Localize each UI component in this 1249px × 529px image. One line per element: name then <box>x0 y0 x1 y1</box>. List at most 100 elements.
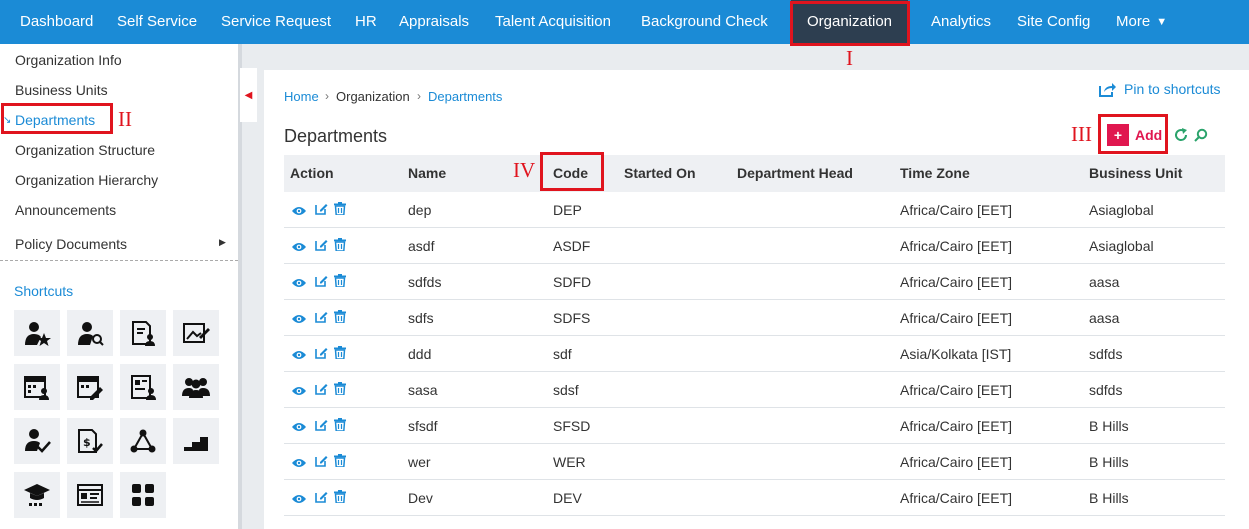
team-icon <box>182 378 210 398</box>
cell-code: DEV <box>553 490 582 506</box>
view-icon[interactable] <box>291 384 307 402</box>
shortcut-profile-card[interactable] <box>120 364 166 410</box>
pin-to-shortcuts-link[interactable]: Pin to shortcuts <box>1099 81 1221 97</box>
sidebar-item-organization-hierarchy[interactable]: Organization Hierarchy <box>15 172 158 188</box>
shortcut-team[interactable] <box>173 364 219 410</box>
refresh-icon[interactable] <box>1174 128 1188 142</box>
column-header-name[interactable]: Name <box>408 155 446 192</box>
delete-icon[interactable] <box>334 382 346 400</box>
nav-talent-acquisition[interactable]: Talent Acquisition <box>495 0 611 44</box>
cell-business-unit: sdfds <box>1089 346 1123 362</box>
shortcut-expense-check[interactable]: $ <box>67 418 113 464</box>
column-header-started-on[interactable]: Started On <box>624 155 696 192</box>
cell-time-zone: Africa/Cairo [EET] <box>900 454 1013 470</box>
shortcut-id-card[interactable] <box>67 472 113 518</box>
edit-icon[interactable] <box>315 202 328 220</box>
delete-icon[interactable] <box>334 454 346 472</box>
column-header-business-unit[interactable]: Business Unit <box>1089 155 1182 192</box>
nav-background-check[interactable]: Background Check <box>641 0 768 44</box>
nav-self-service[interactable]: Self Service <box>117 0 197 44</box>
breadcrumb-separator: › <box>325 89 329 103</box>
cell-time-zone: Africa/Cairo [EET] <box>900 418 1013 434</box>
nav-hr[interactable]: HR <box>355 0 377 44</box>
delete-icon[interactable] <box>334 238 346 256</box>
caret-down-icon: ▼ <box>1156 16 1168 28</box>
sidebar-item-policy-documents[interactable]: Policy Documents <box>15 236 127 252</box>
steps-icon <box>184 437 208 451</box>
edit-icon[interactable] <box>315 454 328 472</box>
shortcut-employee-star[interactable] <box>14 310 60 356</box>
sidebar-item-organization-structure[interactable]: Organization Structure <box>15 142 155 158</box>
cell-business-unit: Asiaglobal <box>1089 202 1154 218</box>
column-header-time-zone[interactable]: Time Zone <box>900 155 970 192</box>
breadcrumb-home[interactable]: Home <box>284 89 319 104</box>
delete-icon[interactable] <box>334 274 346 292</box>
edit-icon[interactable] <box>315 490 328 508</box>
cell-name: Dev <box>408 490 433 506</box>
page-title: Departments <box>284 126 388 146</box>
sidebar-item-organization-info[interactable]: Organization Info <box>15 52 122 68</box>
svg-text:$: $ <box>83 436 91 449</box>
delete-icon[interactable] <box>334 346 346 364</box>
nav-appraisals[interactable]: Appraisals <box>399 0 469 44</box>
edit-icon[interactable] <box>315 310 328 328</box>
shortcut-grid-apps[interactable] <box>120 472 166 518</box>
shortcut-employee-check[interactable] <box>14 418 60 464</box>
annotation-label-2: II <box>118 107 132 131</box>
nav-more[interactable]: More ▼ <box>1116 0 1167 44</box>
collapse-sidebar-button[interactable]: ◀ <box>240 68 257 122</box>
nav-analytics[interactable]: Analytics <box>931 0 991 44</box>
delete-icon[interactable] <box>334 310 346 328</box>
delete-icon[interactable] <box>334 202 346 220</box>
calendar-edit-icon <box>77 376 103 400</box>
view-icon[interactable] <box>291 240 307 258</box>
cell-time-zone: Africa/Cairo [EET] <box>900 202 1013 218</box>
delete-icon[interactable] <box>334 418 346 436</box>
edit-icon[interactable] <box>315 238 328 256</box>
cell-business-unit: B Hills <box>1089 454 1129 470</box>
view-icon[interactable] <box>291 420 307 438</box>
cell-name: asdf <box>408 238 435 254</box>
edit-icon[interactable] <box>315 346 328 364</box>
document-user-icon <box>132 321 155 346</box>
breadcrumb-organization[interactable]: Organization <box>336 89 410 104</box>
delete-icon[interactable] <box>334 490 346 508</box>
nav-site-config[interactable]: Site Config <box>1017 0 1090 44</box>
edit-icon[interactable] <box>315 382 328 400</box>
view-icon[interactable] <box>291 276 307 294</box>
annotation-box-departments <box>1 103 113 134</box>
shortcut-calendar-user[interactable] <box>14 364 60 410</box>
search-icon[interactable] <box>1194 128 1208 142</box>
sidebar-item-business-units[interactable]: Business Units <box>15 82 108 98</box>
caret-left-icon: ◀ <box>244 89 253 101</box>
shortcut-travel-request[interactable] <box>173 310 219 356</box>
shortcut-employee-search[interactable] <box>67 310 113 356</box>
nav-more-label: More <box>1116 13 1151 30</box>
pin-to-shortcuts-label: Pin to shortcuts <box>1124 81 1221 97</box>
view-icon[interactable] <box>291 456 307 474</box>
table-row: wer WER Africa/Cairo [EET] B Hills <box>284 444 1225 480</box>
sidebar-item-announcements[interactable]: Announcements <box>15 202 116 218</box>
shortcut-document-user[interactable] <box>120 310 166 356</box>
table-row: ddd sdf Asia/Kolkata [IST] sdfds <box>284 336 1225 372</box>
shortcut-training[interactable] <box>14 472 60 518</box>
calendar-user-icon <box>24 376 49 400</box>
column-header-department-head[interactable]: Department Head <box>737 155 853 192</box>
grid-apps-icon <box>132 484 154 506</box>
view-icon[interactable] <box>291 492 307 510</box>
table-row: sasa sdsf Africa/Cairo [EET] sdfds <box>284 372 1225 408</box>
table-row: sdfs SDFS Africa/Cairo [EET] aasa <box>284 300 1225 336</box>
nav-service-request[interactable]: Service Request <box>221 0 331 44</box>
nav-dashboard[interactable]: Dashboard <box>20 0 93 44</box>
shortcut-calendar-edit[interactable] <box>67 364 113 410</box>
training-icon <box>24 484 50 506</box>
shortcut-steps[interactable] <box>173 418 219 464</box>
view-icon[interactable] <box>291 204 307 222</box>
cell-name: sdfs <box>408 310 434 326</box>
view-icon[interactable] <box>291 312 307 330</box>
edit-icon[interactable] <box>315 274 328 292</box>
edit-icon[interactable] <box>315 418 328 436</box>
view-icon[interactable] <box>291 348 307 366</box>
shortcut-network-nodes[interactable] <box>120 418 166 464</box>
table-row: asdf ASDF Africa/Cairo [EET] Asiaglobal <box>284 228 1225 264</box>
